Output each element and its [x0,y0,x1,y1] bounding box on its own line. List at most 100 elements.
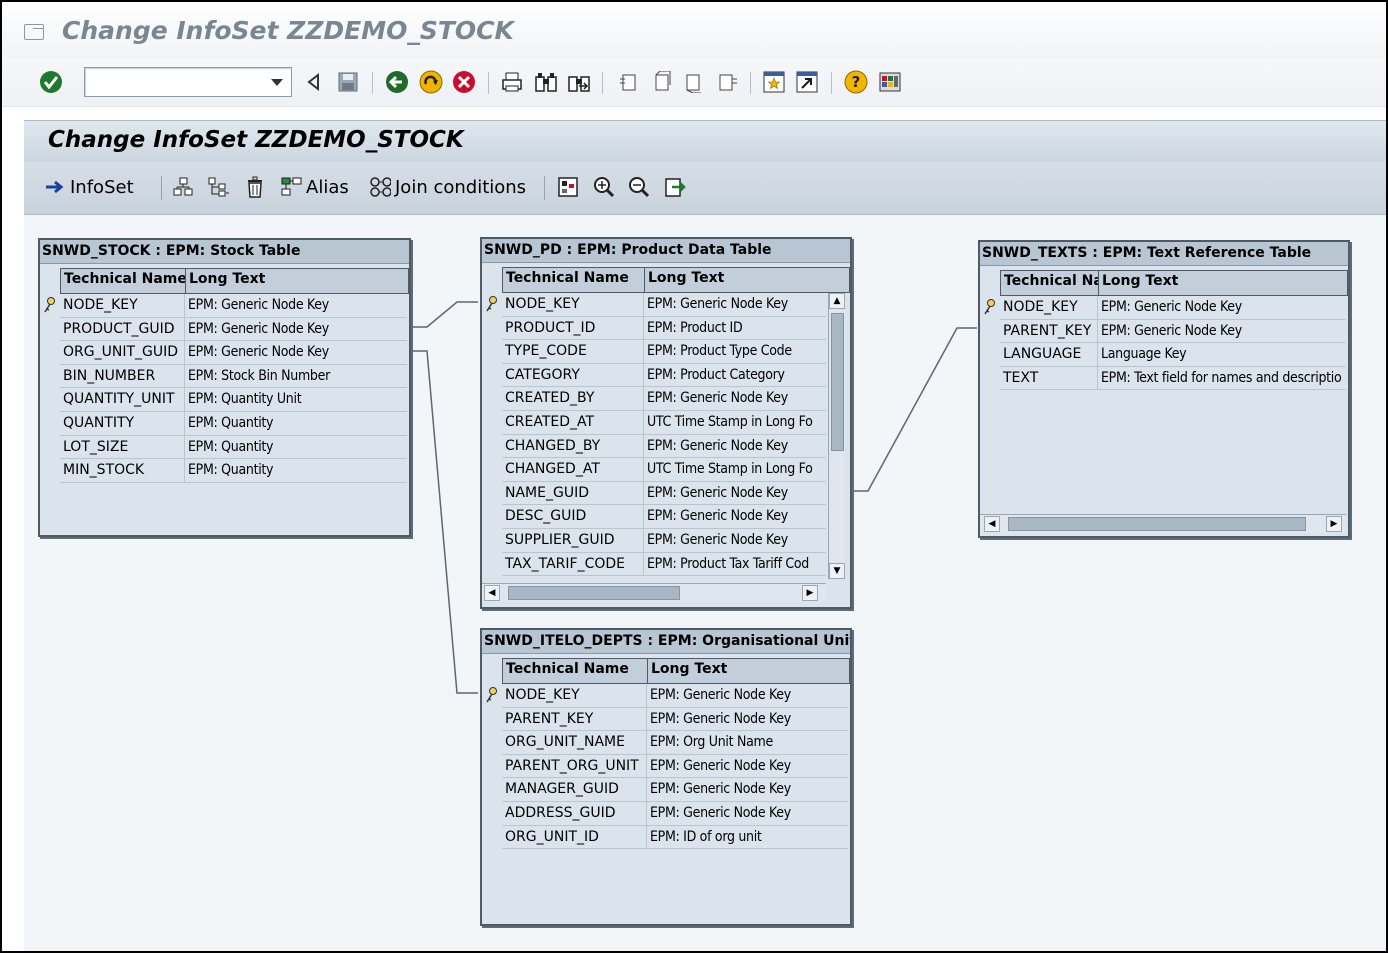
cell-long-text: UTC Time Stamp in Long Fo [647,461,813,478]
table-row[interactable]: CHANGED_BY EPM: Generic Node Key [502,434,826,459]
table-box-snwd-itelo-depts[interactable]: SNWD_ITELO_DEPTS : EPM: Organisational U… [480,628,852,926]
table-row[interactable]: TYPE_CODE EPM: Product Type Code [502,340,826,364]
cell-technical-name: NODE_KEY [502,293,644,316]
cell-technical-name: LANGUAGE [1000,343,1098,366]
table-row[interactable]: BIN_NUMBER EPM: Stock Bin Number [60,364,407,389]
table-row[interactable]: PARENT_KEY EPM: Generic Node Key [1000,319,1346,344]
scroll-thumb[interactable] [1008,517,1306,531]
key-icon [42,296,58,314]
scroll-thumb[interactable] [831,313,844,451]
cell-long-text: Language Key [1101,346,1187,363]
cell-long-text: EPM: Generic Node Key [188,344,329,361]
cell-long-text: EPM: Generic Node Key [647,532,788,548]
scroll-thumb[interactable] [508,586,680,600]
table-row[interactable]: TAX_TARIF_CODE EPM: Product Tax Tariff Co… [502,552,826,577]
table-row[interactable]: PRODUCT_GUID EPM: Generic Node Key [60,317,407,342]
table-row[interactable]: PARENT_KEY EPM: Generic Node Key [502,707,848,732]
vertical-scrollbar[interactable]: ▲ ▼ [828,293,845,579]
column-header: Technical Na Long Text [1000,270,1348,296]
table-box-snwd-pd[interactable]: SNWD_PD : EPM: Product Data Table Techni… [480,237,852,609]
table-row[interactable]: NODE_KEY EPM: Generic Node Key [1000,296,1346,320]
cell-long-text: EPM: Product Type Code [647,343,792,360]
cell-long-text: EPM: Generic Node Key [650,757,791,774]
key-icon [484,686,500,704]
horizontal-scrollbar[interactable]: ◀ ▶ [482,583,826,602]
table-row[interactable]: QUANTITY_UNIT EPM: Quantity Unit [60,388,407,412]
join-line-pd-texts [851,327,977,492]
table-title: SNWD_STOCK : EPM: Stock Table [40,240,409,264]
cell-technical-name: TYPE_CODE [502,340,644,363]
table-box-snwd-stock[interactable]: SNWD_STOCK : EPM: Stock Table Technical … [38,238,411,537]
cell-technical-name: NODE_KEY [1000,296,1098,319]
cell-long-text: EPM: Generic Node Key [647,437,788,454]
table-row[interactable]: ADDRESS_GUID EPM: Generic Node Key [502,802,848,826]
key-icon [982,298,998,316]
key-icon [484,295,500,313]
table-row[interactable]: LANGUAGE Language Key [1000,343,1346,367]
table-row[interactable]: LOT_SIZE EPM: Quantity [60,435,407,460]
horizontal-scrollbar[interactable]: ◀ ▶ [980,514,1346,533]
table-row[interactable]: MIN_STOCK EPM: Quantity [60,459,407,483]
table-row[interactable]: CREATED_BY EPM: Generic Node Key [502,387,826,411]
table-title: SNWD_TEXTS : EPM: Text Reference Table [980,242,1348,266]
cell-long-text: EPM: Generic Node Key [650,687,791,703]
scroll-down-icon[interactable]: ▼ [829,563,845,579]
cell-technical-name: MIN_STOCK [60,459,185,482]
cell-technical-name: ORG_UNIT_GUID [60,341,185,364]
cell-long-text: EPM: Generic Node Key [650,710,791,727]
scroll-right-icon[interactable]: ▶ [1326,516,1342,532]
table-row[interactable]: PRODUCT_ID EPM: Product ID [502,316,826,341]
join-line-stock-depts [410,350,478,694]
cell-technical-name: CHANGED_BY [502,434,644,458]
table-row[interactable]: NODE_KEY EPM: Generic Node Key [60,294,407,318]
table-row[interactable]: ORG_UNIT_ID EPM: ID of org unit [502,825,848,850]
cell-technical-name: ORG_UNIT_ID [502,825,647,849]
table-row[interactable]: CHANGED_AT UTC Time Stamp in Long Fo [502,458,826,482]
cell-long-text: EPM: Stock Bin Number [188,367,330,384]
table-row[interactable]: CREATED_AT UTC Time Stamp in Long Fo [502,411,826,435]
table-row[interactable]: CATEGORY EPM: Product Category [502,363,826,388]
table-row[interactable]: MANAGER_GUID EPM: Generic Node Key [502,778,848,802]
cell-long-text: EPM: Product Category [647,366,785,383]
scroll-up-icon[interactable]: ▲ [829,293,845,309]
table-row[interactable]: NAME_GUID EPM: Generic Node Key [502,481,826,506]
table-row[interactable]: NODE_KEY EPM: Generic Node Key [502,293,826,317]
cell-long-text: EPM: Org Unit Name [650,734,773,751]
cell-technical-name: ADDRESS_GUID [502,802,647,825]
table-row[interactable]: ORG_UNIT_GUID EPM: Generic Node Key [60,341,407,365]
col-technical-name: Technical Name [503,659,648,683]
cell-long-text: EPM: Product Tax Tariff Cod [647,555,809,572]
cell-long-text: EPM: Quantity Unit [188,391,302,408]
col-long-text: Long Text [1102,273,1179,289]
table-row[interactable]: PARENT_ORG_UNIT EPM: Generic Node Key [502,754,848,779]
cell-technical-name: PARENT_ORG_UNIT [502,754,647,778]
cell-long-text: UTC Time Stamp in Long Fo [647,414,813,430]
table-row[interactable]: DESC_GUID EPM: Generic Node Key [502,505,826,529]
cell-long-text: EPM: Quantity [188,415,274,431]
scroll-left-icon[interactable]: ◀ [984,516,1000,532]
cell-technical-name: PARENT_KEY [502,707,647,731]
cell-long-text: EPM: Generic Node Key [1101,299,1242,315]
col-long-text: Long Text [651,661,728,677]
table-row[interactable]: TEXT EPM: Text field for names and descri… [1000,366,1346,391]
table-row[interactable]: NODE_KEY EPM: Generic Node Key [502,684,848,708]
col-technical-name: Technical Name [503,268,645,292]
cell-long-text: EPM: Product ID [647,319,743,336]
cell-long-text: EPM: Generic Node Key [647,296,788,312]
column-header: Technical Name Long Text [502,267,850,293]
cell-long-text: EPM: Generic Node Key [1101,322,1242,339]
scroll-right-icon[interactable]: ▶ [802,585,818,601]
table-row[interactable]: QUANTITY EPM: Quantity [60,412,407,436]
scroll-left-icon[interactable]: ◀ [484,585,500,601]
cell-technical-name: SUPPLIER_GUID [502,529,644,552]
cell-long-text: EPM: Quantity [188,438,274,455]
cell-technical-name: CATEGORY [502,363,644,387]
column-header: Technical Name Long Text [502,658,850,684]
table-row[interactable]: SUPPLIER_GUID EPM: Generic Node Key [502,529,826,553]
table-box-snwd-texts[interactable]: SNWD_TEXTS : EPM: Text Reference Table T… [978,240,1350,538]
table-row[interactable]: ORG_UNIT_NAME EPM: Org Unit Name [502,731,848,755]
cell-technical-name: PRODUCT_GUID [60,317,185,341]
sap-window: Change InfoSet ZZDEMO_STOCK ? Change Inf… [0,0,1388,953]
cell-long-text: EPM: ID of org unit [650,828,762,845]
table-title: SNWD_PD : EPM: Product Data Table [482,239,850,263]
